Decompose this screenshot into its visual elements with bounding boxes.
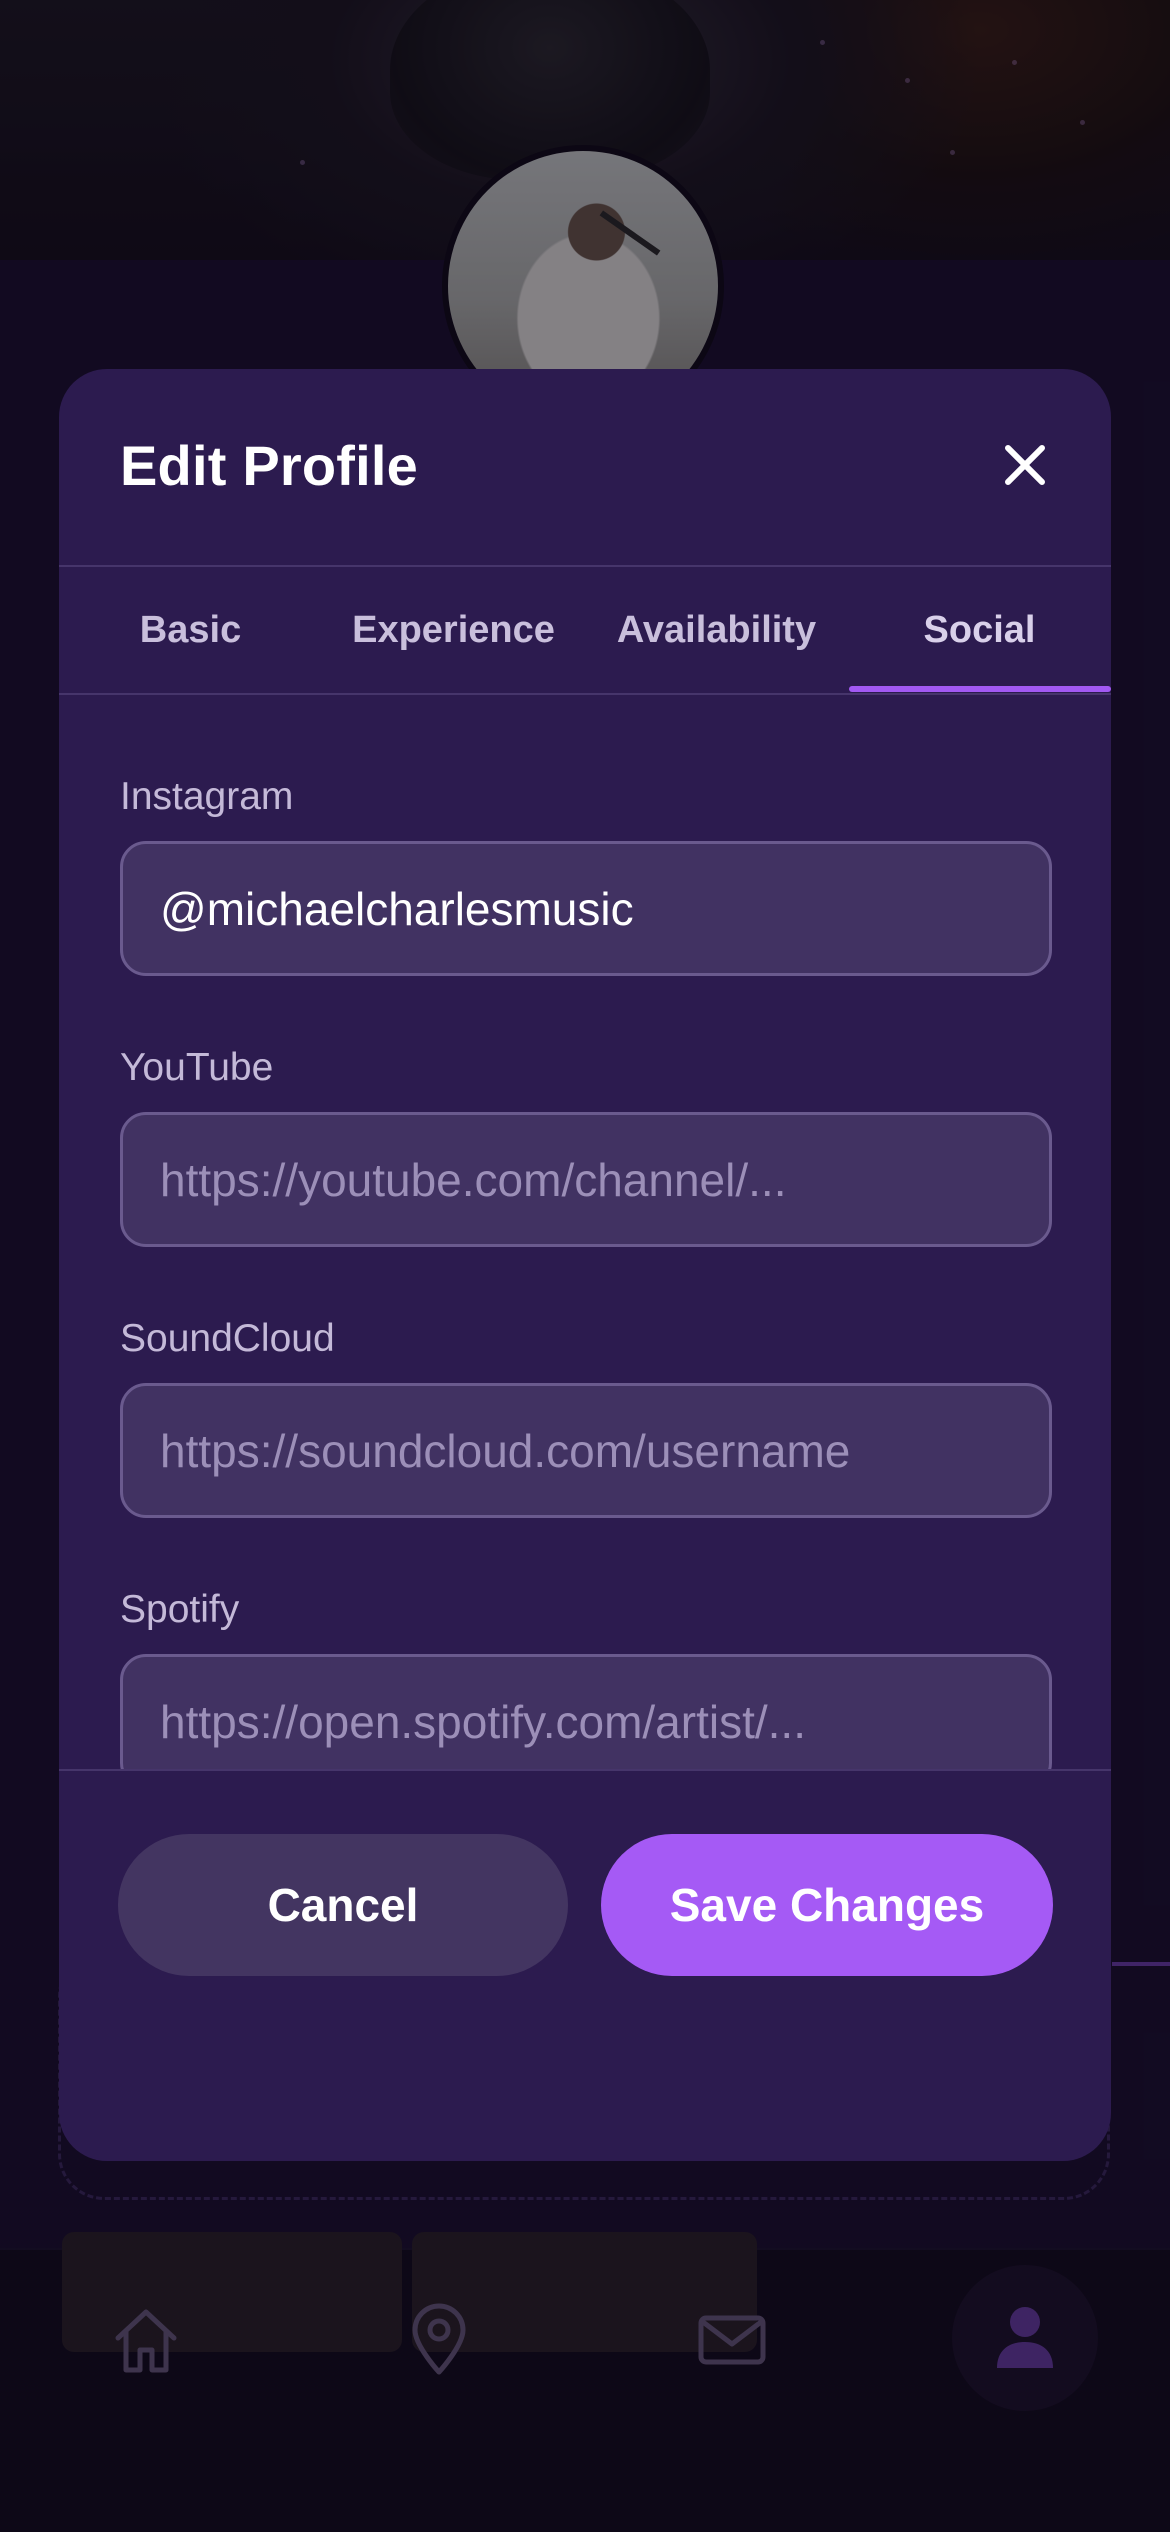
save-changes-button[interactable]: Save Changes — [601, 1834, 1053, 1976]
modal-footer: Cancel Save Changes — [59, 1769, 1111, 2161]
screen: Edit Profile Basic Experience Availabili… — [0, 0, 1170, 2532]
youtube-label: YouTube — [120, 1046, 274, 1089]
close-button[interactable] — [977, 417, 1073, 513]
spotify-label: Spotify — [120, 1588, 240, 1631]
youtube-input[interactable] — [120, 1112, 1052, 1247]
instagram-label: Instagram — [120, 775, 294, 818]
tab-basic[interactable]: Basic — [59, 567, 322, 693]
tab-bar: Basic Experience Availability Social — [59, 567, 1111, 695]
modal-header: Edit Profile — [59, 369, 1111, 567]
active-tab-indicator — [849, 686, 1111, 692]
tab-experience[interactable]: Experience — [322, 567, 585, 693]
soundcloud-label: SoundCloud — [120, 1317, 335, 1360]
cancel-button[interactable]: Cancel — [118, 1834, 568, 1976]
modal-title: Edit Profile — [120, 434, 418, 497]
spotify-input[interactable] — [120, 1654, 1052, 1771]
soundcloud-input[interactable] — [120, 1383, 1052, 1518]
tab-social[interactable]: Social — [848, 567, 1111, 693]
edit-profile-modal: Edit Profile Basic Experience Availabili… — [59, 369, 1111, 2161]
close-icon — [1005, 445, 1045, 485]
instagram-input[interactable] — [120, 841, 1052, 976]
social-form[interactable]: Instagram YouTube SoundCloud Spotify — [59, 695, 1111, 1771]
tab-availability[interactable]: Availability — [585, 567, 848, 693]
